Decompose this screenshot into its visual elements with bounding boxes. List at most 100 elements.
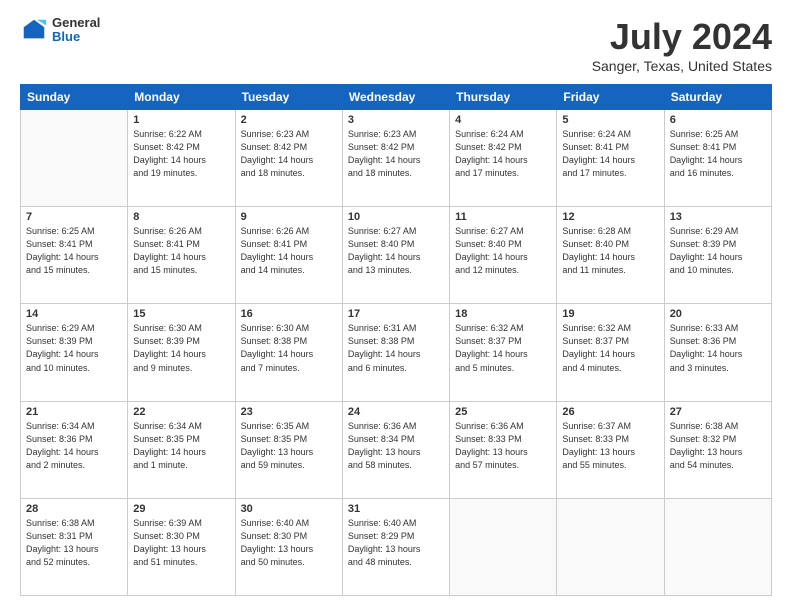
day-number: 5 bbox=[562, 114, 658, 126]
day-number: 17 bbox=[348, 308, 444, 320]
calendar-cell: 13 Sunrise: 6:29 AM Sunset: 8:39 PM Dayli… bbox=[664, 207, 771, 304]
calendar-cell: 29 Sunrise: 6:39 AM Sunset: 8:30 PM Dayli… bbox=[128, 498, 235, 595]
day-info: Sunrise: 6:40 AM Sunset: 8:29 PM Dayligh… bbox=[348, 517, 444, 569]
day-info: Sunrise: 6:40 AM Sunset: 8:30 PM Dayligh… bbox=[241, 517, 337, 569]
calendar-cell: 4Sunrise: 6:24 AM Sunset: 8:42 PM Daylig… bbox=[450, 110, 557, 207]
day-number: 8 bbox=[133, 211, 229, 223]
day-number: 20 bbox=[670, 308, 766, 320]
calendar-cell: 30 Sunrise: 6:40 AM Sunset: 8:30 PM Dayli… bbox=[235, 498, 342, 595]
calendar-cell: 19Sunrise: 6:32 AM Sunset: 8:37 PM Dayli… bbox=[557, 304, 664, 401]
day-info: Sunrise: 6:32 AM Sunset: 8:37 PM Dayligh… bbox=[562, 322, 658, 374]
calendar-cell: 17 Sunrise: 6:31 AM Sunset: 8:38 PM Dayli… bbox=[342, 304, 449, 401]
calendar-cell: 7 Sunrise: 6:25 AM Sunset: 8:41 PM Daylig… bbox=[21, 207, 128, 304]
day-info: Sunrise: 6:32 AM Sunset: 8:37 PM Dayligh… bbox=[455, 322, 551, 374]
day-info: Sunrise: 6:30 AM Sunset: 8:38 PM Dayligh… bbox=[241, 322, 337, 374]
day-number: 18 bbox=[455, 308, 551, 320]
page: General Blue July 2024 Sanger, Texas, Un… bbox=[0, 0, 792, 612]
day-number: 22 bbox=[133, 406, 229, 418]
day-info: Sunrise: 6:25 AM Sunset: 8:41 PM Dayligh… bbox=[26, 225, 122, 277]
day-number: 24 bbox=[348, 406, 444, 418]
calendar-week-row: 14Sunrise: 6:29 AM Sunset: 8:39 PM Dayli… bbox=[21, 304, 772, 401]
calendar-cell: 15 Sunrise: 6:30 AM Sunset: 8:39 PM Dayli… bbox=[128, 304, 235, 401]
day-info: Sunrise: 6:27 AM Sunset: 8:40 PM Dayligh… bbox=[348, 225, 444, 277]
calendar-day-header: Friday bbox=[557, 85, 664, 110]
calendar-cell: 11 Sunrise: 6:27 AM Sunset: 8:40 PM Dayli… bbox=[450, 207, 557, 304]
logo-icon bbox=[20, 16, 48, 44]
calendar-cell: 3 Sunrise: 6:23 AM Sunset: 8:42 PM Daylig… bbox=[342, 110, 449, 207]
calendar-cell: 26Sunrise: 6:37 AM Sunset: 8:33 PM Dayli… bbox=[557, 401, 664, 498]
day-number: 9 bbox=[241, 211, 337, 223]
calendar-cell bbox=[450, 498, 557, 595]
day-number: 30 bbox=[241, 503, 337, 515]
calendar-cell: 8 Sunrise: 6:26 AM Sunset: 8:41 PM Daylig… bbox=[128, 207, 235, 304]
day-info: Sunrise: 6:34 AM Sunset: 8:36 PM Dayligh… bbox=[26, 420, 122, 472]
day-number: 23 bbox=[241, 406, 337, 418]
day-info: Sunrise: 6:30 AM Sunset: 8:39 PM Dayligh… bbox=[133, 322, 229, 374]
calendar-cell: 31 Sunrise: 6:40 AM Sunset: 8:29 PM Dayli… bbox=[342, 498, 449, 595]
calendar-cell: 9 Sunrise: 6:26 AM Sunset: 8:41 PM Daylig… bbox=[235, 207, 342, 304]
calendar-cell: 10Sunrise: 6:27 AM Sunset: 8:40 PM Dayli… bbox=[342, 207, 449, 304]
day-info: Sunrise: 6:29 AM Sunset: 8:39 PM Dayligh… bbox=[26, 322, 122, 374]
calendar-cell: 2 Sunrise: 6:23 AM Sunset: 8:42 PM Daylig… bbox=[235, 110, 342, 207]
logo-blue: Blue bbox=[52, 30, 100, 44]
calendar-week-row: 28Sunrise: 6:38 AM Sunset: 8:31 PM Dayli… bbox=[21, 498, 772, 595]
calendar-cell: 21Sunrise: 6:34 AM Sunset: 8:36 PM Dayli… bbox=[21, 401, 128, 498]
day-info: Sunrise: 6:36 AM Sunset: 8:33 PM Dayligh… bbox=[455, 420, 551, 472]
calendar-week-row: 1 Sunrise: 6:22 AM Sunset: 8:42 PM Daylig… bbox=[21, 110, 772, 207]
day-number: 28 bbox=[26, 503, 122, 515]
day-number: 31 bbox=[348, 503, 444, 515]
page-title: July 2024 bbox=[592, 16, 772, 58]
calendar-cell: 6Sunrise: 6:25 AM Sunset: 8:41 PM Daylig… bbox=[664, 110, 771, 207]
page-subtitle: Sanger, Texas, United States bbox=[592, 58, 772, 74]
logo: General Blue bbox=[20, 16, 100, 45]
day-info: Sunrise: 6:31 AM Sunset: 8:38 PM Dayligh… bbox=[348, 322, 444, 374]
header: General Blue July 2024 Sanger, Texas, Un… bbox=[20, 16, 772, 74]
calendar-cell: 18 Sunrise: 6:32 AM Sunset: 8:37 PM Dayli… bbox=[450, 304, 557, 401]
day-number: 3 bbox=[348, 114, 444, 126]
logo-general: General bbox=[52, 16, 100, 30]
calendar-header-row: SundayMondayTuesdayWednesdayThursdayFrid… bbox=[21, 85, 772, 110]
day-info: Sunrise: 6:24 AM Sunset: 8:41 PM Dayligh… bbox=[562, 128, 658, 180]
calendar-cell: 24 Sunrise: 6:36 AM Sunset: 8:34 PM Dayli… bbox=[342, 401, 449, 498]
day-info: Sunrise: 6:24 AM Sunset: 8:42 PM Dayligh… bbox=[455, 128, 551, 180]
day-number: 1 bbox=[133, 114, 229, 126]
day-info: Sunrise: 6:22 AM Sunset: 8:42 PM Dayligh… bbox=[133, 128, 229, 180]
day-info: Sunrise: 6:29 AM Sunset: 8:39 PM Dayligh… bbox=[670, 225, 766, 277]
calendar-cell: 12Sunrise: 6:28 AM Sunset: 8:40 PM Dayli… bbox=[557, 207, 664, 304]
day-info: Sunrise: 6:26 AM Sunset: 8:41 PM Dayligh… bbox=[241, 225, 337, 277]
calendar-cell: 22Sunrise: 6:34 AM Sunset: 8:35 PM Dayli… bbox=[128, 401, 235, 498]
calendar-cell: 20 Sunrise: 6:33 AM Sunset: 8:36 PM Dayli… bbox=[664, 304, 771, 401]
day-number: 11 bbox=[455, 211, 551, 223]
title-block: July 2024 Sanger, Texas, United States bbox=[592, 16, 772, 74]
day-number: 2 bbox=[241, 114, 337, 126]
calendar-cell: 16Sunrise: 6:30 AM Sunset: 8:38 PM Dayli… bbox=[235, 304, 342, 401]
day-info: Sunrise: 6:25 AM Sunset: 8:41 PM Dayligh… bbox=[670, 128, 766, 180]
day-number: 15 bbox=[133, 308, 229, 320]
day-info: Sunrise: 6:23 AM Sunset: 8:42 PM Dayligh… bbox=[241, 128, 337, 180]
calendar-day-header: Monday bbox=[128, 85, 235, 110]
day-info: Sunrise: 6:27 AM Sunset: 8:40 PM Dayligh… bbox=[455, 225, 551, 277]
calendar-week-row: 21Sunrise: 6:34 AM Sunset: 8:36 PM Dayli… bbox=[21, 401, 772, 498]
calendar-day-header: Sunday bbox=[21, 85, 128, 110]
day-info: Sunrise: 6:37 AM Sunset: 8:33 PM Dayligh… bbox=[562, 420, 658, 472]
calendar-cell: 25 Sunrise: 6:36 AM Sunset: 8:33 PM Dayli… bbox=[450, 401, 557, 498]
day-number: 13 bbox=[670, 211, 766, 223]
calendar-cell: 27Sunrise: 6:38 AM Sunset: 8:32 PM Dayli… bbox=[664, 401, 771, 498]
calendar-day-header: Saturday bbox=[664, 85, 771, 110]
day-number: 29 bbox=[133, 503, 229, 515]
day-info: Sunrise: 6:23 AM Sunset: 8:42 PM Dayligh… bbox=[348, 128, 444, 180]
calendar-day-header: Tuesday bbox=[235, 85, 342, 110]
day-info: Sunrise: 6:33 AM Sunset: 8:36 PM Dayligh… bbox=[670, 322, 766, 374]
day-info: Sunrise: 6:38 AM Sunset: 8:32 PM Dayligh… bbox=[670, 420, 766, 472]
calendar-cell: 28Sunrise: 6:38 AM Sunset: 8:31 PM Dayli… bbox=[21, 498, 128, 595]
day-number: 7 bbox=[26, 211, 122, 223]
calendar-cell: 23Sunrise: 6:35 AM Sunset: 8:35 PM Dayli… bbox=[235, 401, 342, 498]
day-info: Sunrise: 6:39 AM Sunset: 8:30 PM Dayligh… bbox=[133, 517, 229, 569]
calendar-week-row: 7 Sunrise: 6:25 AM Sunset: 8:41 PM Daylig… bbox=[21, 207, 772, 304]
day-number: 25 bbox=[455, 406, 551, 418]
logo-text: General Blue bbox=[52, 16, 100, 45]
day-number: 12 bbox=[562, 211, 658, 223]
day-info: Sunrise: 6:26 AM Sunset: 8:41 PM Dayligh… bbox=[133, 225, 229, 277]
day-info: Sunrise: 6:36 AM Sunset: 8:34 PM Dayligh… bbox=[348, 420, 444, 472]
calendar-cell: 5 Sunrise: 6:24 AM Sunset: 8:41 PM Daylig… bbox=[557, 110, 664, 207]
